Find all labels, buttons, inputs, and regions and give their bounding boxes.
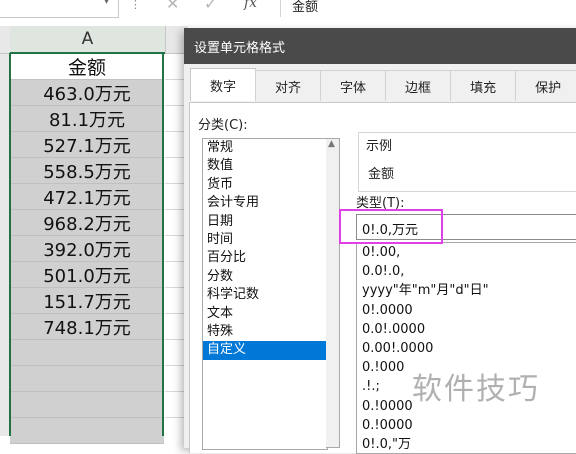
- cancel-icon[interactable]: ✕: [166, 0, 179, 13]
- watermark: 软件技巧: [412, 372, 540, 407]
- tab-alignment[interactable]: 对齐: [255, 70, 322, 101]
- dialog-tabs: 数字 对齐 字体 边框 填充 保护: [190, 68, 576, 102]
- cell-a1[interactable]: 金额: [10, 54, 164, 80]
- type-input[interactable]: 0!.0,万元: [356, 214, 576, 240]
- table-row[interactable]: 501.0万元: [10, 262, 164, 288]
- table-row[interactable]: 558.5万元: [10, 158, 164, 184]
- empty-cell[interactable]: [10, 392, 164, 418]
- category-scrollbar[interactable]: ▲: [326, 138, 340, 448]
- tab-number[interactable]: 数字: [190, 68, 257, 101]
- list-item[interactable]: yyyy"年"m"月"d"日": [357, 281, 576, 300]
- name-box[interactable]: [0, 0, 119, 18]
- formula-bar-divider: [280, 0, 281, 17]
- formula-bar: ▾ ⋮ ✕ ✓ fx 金额: [0, 0, 576, 27]
- category-item-custom[interactable]: 自定义: [203, 341, 327, 360]
- table-row[interactable]: 151.7万元: [10, 288, 164, 314]
- more-options-icon[interactable]: ⋮: [130, 0, 141, 11]
- tab-font[interactable]: 字体: [320, 70, 387, 101]
- list-item[interactable]: 0!.0000: [357, 301, 576, 320]
- category-item[interactable]: 常规: [203, 139, 327, 157]
- category-item[interactable]: 会计专用: [203, 194, 327, 212]
- insert-function-icon[interactable]: fx: [244, 0, 257, 11]
- table-row[interactable]: 81.1万元: [10, 106, 164, 132]
- sample-label: 示例: [364, 135, 395, 154]
- list-item[interactable]: 0.!0000: [357, 416, 576, 435]
- column-header-a[interactable]: A: [10, 26, 165, 54]
- row-headers[interactable]: [0, 54, 10, 436]
- column-a-cells: 金额 463.0万元 81.1万元 527.1万元 558.5万元 472.1万…: [10, 54, 164, 444]
- name-box-dropdown-icon[interactable]: ▾: [104, 0, 109, 7]
- category-item[interactable]: 数值: [203, 157, 327, 175]
- tab-fill[interactable]: 填充: [450, 70, 517, 101]
- table-row[interactable]: 748.1万元: [10, 314, 164, 340]
- category-item[interactable]: 日期: [203, 213, 327, 231]
- table-row[interactable]: 392.0万元: [10, 236, 164, 262]
- list-item[interactable]: 0.0!.0,: [357, 262, 576, 281]
- category-item[interactable]: 科学记数: [203, 286, 327, 304]
- list-item[interactable]: 0.00!.0000: [357, 339, 576, 358]
- category-item[interactable]: 时间: [203, 231, 327, 249]
- category-item[interactable]: 特殊: [203, 323, 327, 341]
- table-row[interactable]: 463.0万元: [10, 80, 164, 106]
- category-item[interactable]: 文本: [203, 305, 327, 323]
- list-item[interactable]: 0!.00,: [357, 243, 576, 262]
- confirm-icon[interactable]: ✓: [204, 0, 217, 13]
- dialog-title[interactable]: 设置单元格格式: [184, 28, 576, 64]
- scroll-up-icon[interactable]: ▲: [328, 139, 335, 149]
- table-row[interactable]: 472.1万元: [10, 184, 164, 210]
- tab-protection[interactable]: 保护: [515, 70, 576, 101]
- empty-cell[interactable]: [10, 366, 164, 392]
- category-item[interactable]: 货币: [203, 176, 327, 194]
- category-label: 分类(C):: [198, 118, 248, 133]
- list-item[interactable]: 0.0!.0000: [357, 320, 576, 339]
- formula-input[interactable]: 金额: [292, 0, 318, 15]
- empty-cell[interactable]: [10, 340, 164, 366]
- tab-border[interactable]: 边框: [385, 70, 452, 101]
- type-label: 类型(T):: [356, 196, 405, 211]
- format-code-list[interactable]: 0!.00, 0.0!.0, yyyy"年"m"月"d"日" 0!.0000 0…: [356, 242, 576, 454]
- table-row[interactable]: 527.1万元: [10, 132, 164, 158]
- table-row[interactable]: 968.2万元: [10, 210, 164, 236]
- list-item[interactable]: 0!.0,"万: [357, 435, 576, 453]
- select-all-corner[interactable]: [0, 26, 10, 54]
- sample-value: 金额: [368, 167, 395, 182]
- category-item[interactable]: 百分比: [203, 249, 327, 267]
- category-item[interactable]: 分数: [203, 268, 327, 286]
- category-list[interactable]: 常规 数值 货币 会计专用 日期 时间 百分比 分数 科学记数 文本 特殊 自定…: [202, 138, 328, 450]
- empty-cell[interactable]: [10, 418, 164, 444]
